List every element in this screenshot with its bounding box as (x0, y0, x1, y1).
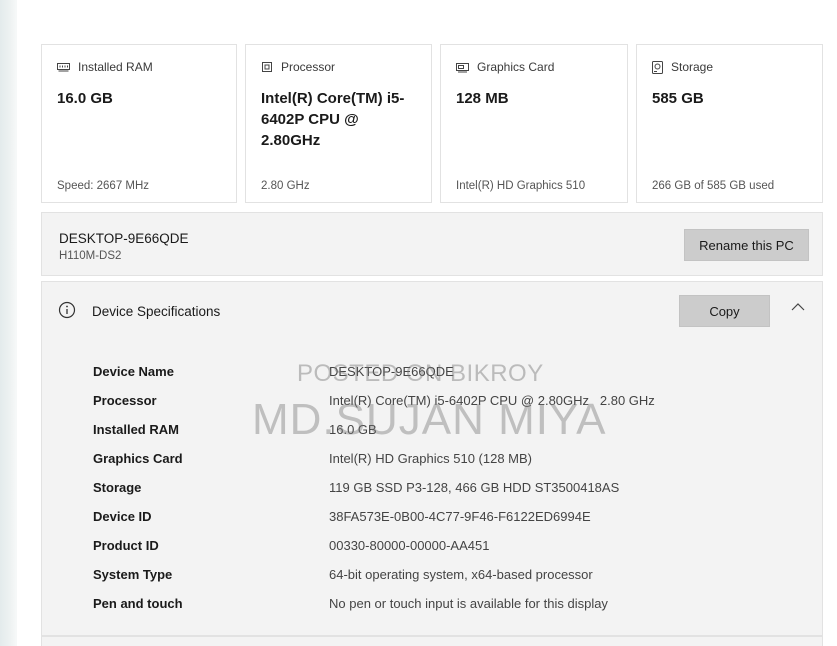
card-processor: Processor Intel(R) Core(TM) i5-6402P CPU… (245, 44, 432, 203)
graphics-card-icon (456, 62, 469, 72)
spec-value: Intel(R) Core(TM) i5-6402P CPU @ 2.80GHz… (329, 393, 655, 408)
spec-row-processor: Processor Intel(R) Core(TM) i5-6402P CPU… (42, 393, 822, 415)
pc-model: H110M-DS2 (59, 250, 122, 262)
card-subtext: Speed: 2667 MHz (57, 180, 150, 192)
spec-row-product-id: Product ID 00330-80000-00000-AA451 (42, 538, 822, 560)
info-icon (58, 301, 76, 319)
card-header: Installed RAM (57, 60, 153, 74)
spec-label: System Type (93, 567, 173, 582)
pc-name-bar: DESKTOP-9E66QDE H110M-DS2 Rename this PC (41, 212, 823, 276)
card-header: Storage (652, 60, 713, 74)
spec-row-device-id: Device ID 38FA573E-0B00-4C77-9F46-F6122E… (42, 509, 822, 531)
card-subtext: 266 GB of 585 GB used (652, 180, 775, 192)
storage-icon (652, 60, 663, 74)
spec-label: Pen and touch (93, 596, 183, 611)
spec-value: 119 GB SSD P3-128, 466 GB HDD ST3500418A… (329, 480, 620, 495)
spec-value: DESKTOP-9E66QDE (329, 364, 454, 379)
spec-label: Device Name (93, 364, 174, 379)
spec-label: Processor (93, 393, 157, 408)
spec-row-storage: Storage 119 GB SSD P3-128, 466 GB HDD ST… (42, 480, 822, 502)
spec-row-device-name: Device Name DESKTOP-9E66QDE (42, 364, 822, 386)
spec-row-installed-ram: Installed RAM 16.0 GB (42, 422, 822, 444)
card-value: Intel(R) Core(TM) i5-6402P CPU @ 2.80GHz (261, 90, 405, 149)
card-graphics: Graphics Card 128 MB Intel(R) HD Graphic… (440, 44, 628, 203)
card-title: Processor (281, 60, 336, 74)
spec-value: 16.0 GB (329, 422, 377, 437)
card-installed-ram: Installed RAM 16.0 GB Speed: 2667 MHz (41, 44, 237, 203)
card-title: Graphics Card (477, 60, 555, 74)
ram-icon (57, 63, 70, 72)
card-header: Processor (261, 60, 335, 74)
card-title: Installed RAM (78, 60, 153, 74)
device-specifications-header[interactable]: Device Specifications Copy (41, 281, 823, 339)
spec-value: 00330-80000-00000-AA451 (329, 538, 490, 553)
device-specifications-title: Device Specifications (92, 304, 221, 319)
card-subtext: 2.80 GHz (261, 180, 310, 192)
spec-label: Product ID (93, 538, 159, 553)
card-storage: Storage 585 GB 266 GB of 585 GB used (636, 44, 823, 203)
spec-label: Graphics Card (93, 451, 183, 466)
card-value: 128 MB (456, 90, 509, 107)
spec-label: Installed RAM (93, 422, 179, 437)
spec-row-system-type: System Type 64-bit operating system, x64… (42, 567, 822, 589)
card-value: 16.0 GB (57, 90, 113, 107)
spec-label: Storage (93, 480, 142, 495)
rename-pc-button[interactable]: Rename this PC (684, 229, 809, 261)
window-left-edge (0, 0, 17, 646)
card-header: Graphics Card (456, 60, 554, 74)
pc-name: DESKTOP-9E66QDE (59, 231, 189, 246)
device-specifications-body: Device Name DESKTOP-9E66QDE Processor In… (41, 338, 823, 636)
chevron-up-icon[interactable] (791, 302, 805, 312)
copy-button[interactable]: Copy (679, 295, 770, 327)
spec-value: 38FA573E-0B00-4C77-9F46-F6122ED6994E (329, 509, 591, 524)
spec-row-pen-and-touch: Pen and touch No pen or touch input is a… (42, 596, 822, 618)
spec-value: 64-bit operating system, x64-based proce… (329, 567, 593, 582)
spec-value: Intel(R) HD Graphics 510 (128 MB) (329, 451, 533, 466)
card-title: Storage (671, 60, 714, 74)
card-subtext: Intel(R) HD Graphics 510 (456, 180, 586, 192)
summary-cards: Installed RAM 16.0 GB Speed: 2667 MHz Pr… (41, 44, 823, 205)
spec-row-graphics-card: Graphics Card Intel(R) HD Graphics 510 (… (42, 451, 822, 473)
spec-value: No pen or touch input is available for t… (329, 596, 608, 611)
processor-icon (262, 62, 272, 72)
next-section-edge (41, 636, 823, 646)
spec-label: Device ID (93, 509, 152, 524)
card-value: 585 GB (652, 90, 704, 107)
